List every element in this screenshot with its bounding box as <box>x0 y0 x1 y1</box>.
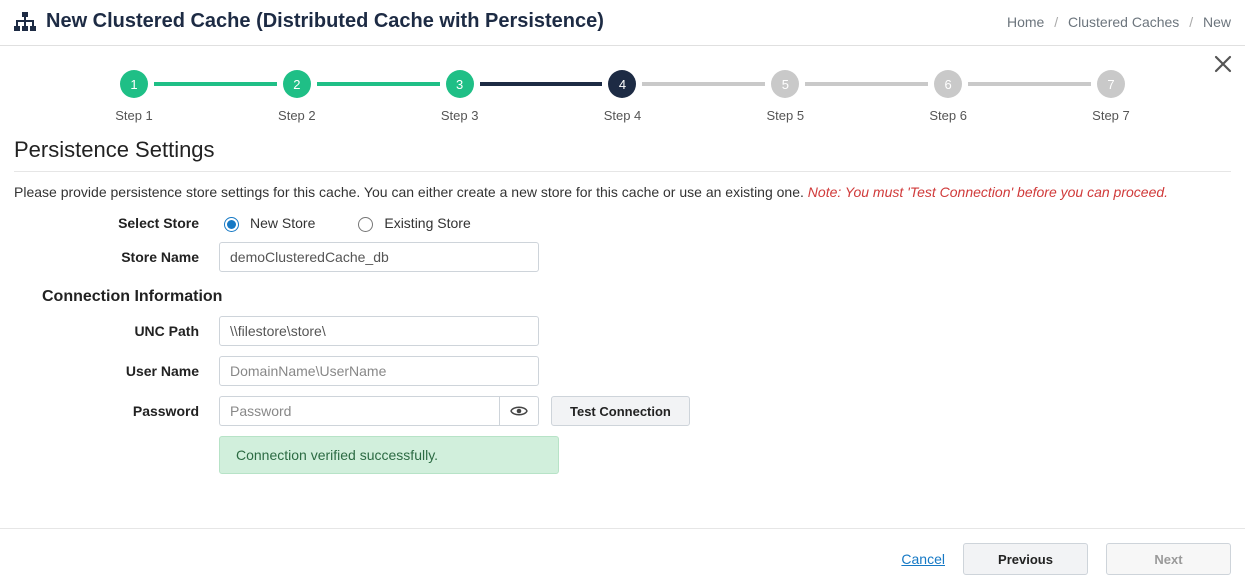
step-label: Step 7 <box>1092 108 1130 123</box>
step-circle: 2 <box>283 70 311 98</box>
password-label: Password <box>14 403 219 419</box>
radio-new-store-input[interactable] <box>224 217 239 232</box>
step-connector <box>317 82 440 86</box>
user-name-input[interactable] <box>219 356 539 386</box>
breadcrumb-clustered-caches[interactable]: Clustered Caches <box>1068 14 1179 30</box>
hierarchy-icon <box>14 12 36 32</box>
store-name-input[interactable] <box>219 242 539 272</box>
step-connector <box>805 82 928 86</box>
cancel-link[interactable]: Cancel <box>901 551 945 567</box>
unc-path-label: UNC Path <box>14 323 219 339</box>
unc-path-input[interactable] <box>219 316 539 346</box>
step-1: 1 Step 1 <box>114 70 154 123</box>
step-label: Step 1 <box>115 108 153 123</box>
step-7: 7 Step 7 <box>1091 70 1131 123</box>
step-5: 5 Step 5 <box>765 70 805 123</box>
step-circle: 5 <box>771 70 799 98</box>
connection-info-heading: Connection Information <box>42 288 1231 306</box>
step-label: Step 3 <box>441 108 479 123</box>
step-circle: 1 <box>120 70 148 98</box>
step-connector <box>642 82 765 86</box>
previous-button[interactable]: Previous <box>963 543 1088 575</box>
breadcrumb-current: New <box>1203 14 1231 30</box>
eye-icon[interactable] <box>499 396 539 426</box>
step-label: Step 4 <box>604 108 642 123</box>
next-button: Next <box>1106 543 1231 575</box>
divider <box>14 171 1231 172</box>
step-connector <box>968 82 1091 86</box>
intro-main: Please provide persistence store setting… <box>14 184 804 200</box>
breadcrumb: Home / Clustered Caches / New <box>1007 14 1231 30</box>
step-4: 4 Step 4 <box>602 70 642 123</box>
step-circle: 7 <box>1097 70 1125 98</box>
step-circle: 4 <box>608 70 636 98</box>
intro-text: Please provide persistence store setting… <box>14 184 1231 200</box>
step-6: 6 Step 6 <box>928 70 968 123</box>
breadcrumb-home[interactable]: Home <box>1007 14 1044 30</box>
success-message: Connection verified successfully. <box>219 436 559 474</box>
wizard-stepper: 1 Step 1 2 Step 2 3 Step 3 4 Step 4 5 Step 5 6 Step… <box>114 70 1131 123</box>
radio-existing-store-input[interactable] <box>358 217 373 232</box>
step-label: Step 2 <box>278 108 316 123</box>
step-2: 2 Step 2 <box>277 70 317 123</box>
user-name-label: User Name <box>14 363 219 379</box>
step-3: 3 Step 3 <box>440 70 480 123</box>
step-circle: 3 <box>446 70 474 98</box>
intro-note: Note: You must 'Test Connection' before … <box>808 184 1168 200</box>
store-name-label: Store Name <box>14 249 219 265</box>
section-title: Persistence Settings <box>14 137 1231 163</box>
step-circle: 6 <box>934 70 962 98</box>
page-header: New Clustered Cache (Distributed Cache w… <box>0 0 1245 46</box>
radio-new-store[interactable]: New Store <box>219 214 315 232</box>
select-store-label: Select Store <box>14 215 219 231</box>
wizard-footer: Cancel Previous Next <box>0 528 1245 585</box>
password-input[interactable] <box>219 396 499 426</box>
radio-existing-store[interactable]: Existing Store <box>353 214 470 232</box>
step-label: Step 6 <box>929 108 967 123</box>
step-connector <box>154 82 277 86</box>
step-label: Step 5 <box>767 108 805 123</box>
page-title: New Clustered Cache (Distributed Cache w… <box>46 10 604 33</box>
test-connection-button[interactable]: Test Connection <box>551 396 690 426</box>
step-connector <box>480 82 603 86</box>
close-icon[interactable] <box>1213 54 1233 74</box>
